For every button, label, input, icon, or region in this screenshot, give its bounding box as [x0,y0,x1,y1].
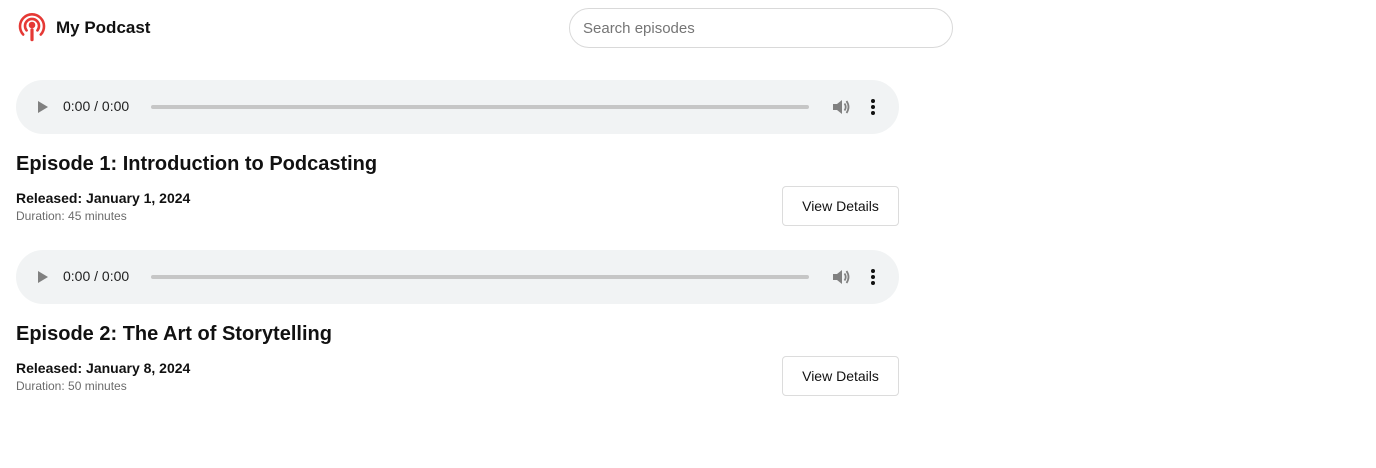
view-details-button[interactable]: View Details [782,356,899,396]
more-options-icon[interactable] [865,267,881,287]
time-display: 0:00 / 0:00 [63,268,130,284]
release-date: Released: January 8, 2024 [16,360,191,376]
more-options-icon[interactable] [865,97,881,117]
seek-bar[interactable] [151,275,809,279]
brand-title: My Podcast [56,18,151,37]
episode-card: 0:00 / 0:00 Episode 1: Introduction to P… [16,80,899,230]
time-display: 0:00 / 0:00 [63,98,130,114]
volume-icon[interactable] [831,98,851,116]
podcast-icon [17,12,47,43]
audio-player[interactable]: 0:00 / 0:00 [16,80,899,134]
volume-icon[interactable] [831,268,851,286]
episode-title: Episode 1: Introduction to Podcasting [16,153,378,175]
view-details-button[interactable]: View Details [782,186,899,226]
episode-title: Episode 2: The Art of Storytelling [16,323,332,345]
play-icon[interactable] [35,269,51,285]
episode-card: 0:00 / 0:00 Episode 2: The Art of Storyt… [16,250,899,400]
episode-duration: Duration: 45 minutes [16,209,127,223]
header: My Podcast [0,0,1376,58]
play-icon[interactable] [35,99,51,115]
search-input[interactable] [569,8,953,48]
episode-duration: Duration: 50 minutes [16,379,127,393]
audio-player[interactable]: 0:00 / 0:00 [16,250,899,304]
seek-bar[interactable] [151,105,809,109]
release-date: Released: January 1, 2024 [16,190,191,206]
